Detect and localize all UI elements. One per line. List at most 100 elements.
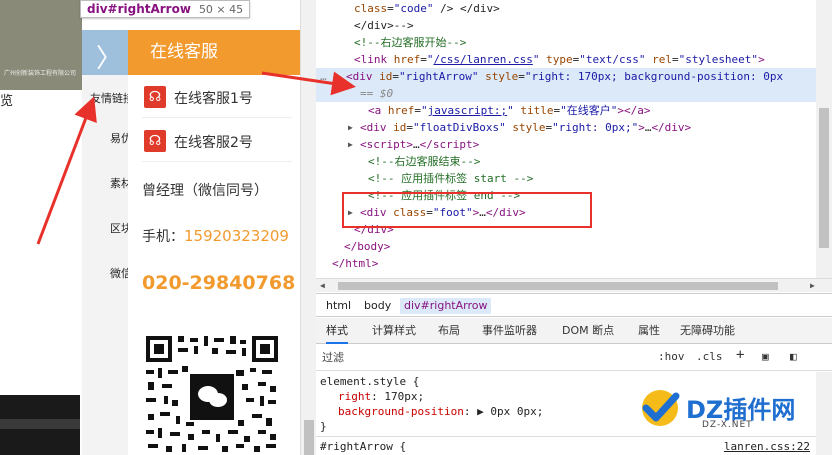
breadcrumb-html[interactable]: html xyxy=(322,298,355,314)
element-style-selector: element.style { xyxy=(320,374,419,389)
dom-node-line[interactable]: ▶ <div class="foot">…</div> xyxy=(316,204,816,221)
dom-node-line[interactable]: … ▼ <div id="rightArrow" style="right: 170… xyxy=(316,68,816,85)
dom-node-line[interactable]: <!-- 应用插件标签 end --> xyxy=(316,187,816,204)
expand-triangle-icon[interactable]: ▶ xyxy=(348,136,353,153)
dom-node-line[interactable]: <!--右边客服结束--> xyxy=(316,153,816,170)
dom-node-line[interactable]: <a href="javascript:;" title="在线客户"></a> xyxy=(316,102,816,119)
scroll-right-icon[interactable]: ▶ xyxy=(810,279,815,293)
page-text-fragment: 览 xyxy=(0,94,14,109)
page-scroll-thumb[interactable] xyxy=(304,420,314,455)
filter-input[interactable] xyxy=(318,347,648,368)
inspect-tooltip: div#rightArrow 50 × 45 xyxy=(80,0,251,18)
rule-source-link[interactable]: lanren.css:22 xyxy=(724,439,810,454)
class-toggle-button[interactable]: .cls xyxy=(696,350,723,363)
styles-tabs: 样式 计算样式 布局 事件监听器 DOM 断点 属性 无障碍功能 xyxy=(316,318,832,344)
dom-node-line[interactable]: </html> xyxy=(316,255,816,272)
dom-node-content: class="code" /> </div> xyxy=(354,2,500,15)
devtools-panel: class="code" /> </div> </div>--> <!--右边客服开… xyxy=(316,0,832,455)
breadcrumb-selected[interactable]: div#rightArrow xyxy=(400,298,492,314)
property-value: ▶ 0px 0px; xyxy=(477,405,544,418)
service-title: 在线客服 xyxy=(128,30,300,75)
dom-node-line[interactable]: class="code" /> </div> xyxy=(316,0,816,17)
tab-event-listeners[interactable]: 事件监听器 xyxy=(482,318,537,344)
dom-node-content: </html> xyxy=(332,257,379,270)
property-name: right xyxy=(338,390,372,403)
expand-triangle-icon[interactable]: ▶ xyxy=(348,119,353,136)
dom-node-content: <!-- 应用插件标签 start --> xyxy=(368,172,534,185)
elements-tree: class="code" /> </div> </div>--> <!--右边客服开… xyxy=(316,0,816,278)
web-page-viewport: 广州创新装饰工程有限公司 览 友情链接： 易优CMS 素材58 区块链是什么 微… xyxy=(0,0,316,455)
dom-node-line[interactable]: ▶ <script>…</script> xyxy=(316,136,816,153)
footer-image xyxy=(0,395,80,455)
page-scrollbar[interactable] xyxy=(300,0,316,455)
elements-scroll-thumb[interactable] xyxy=(819,108,829,248)
dom-node-line[interactable]: </div>--> xyxy=(316,17,816,34)
qr-code-icon xyxy=(142,330,282,455)
mobile-line: 手机：15920323209 xyxy=(142,226,289,246)
sidebar-toggle-icon[interactable]: ◧ xyxy=(790,350,797,363)
elements-scrollbar[interactable] xyxy=(816,0,832,278)
dom-node-content: <a href="javascript:;" title="在线客户"></a> xyxy=(368,104,651,117)
dom-node-content: <!--右边客服结束--> xyxy=(368,155,481,168)
dom-node-line[interactable]: <link href="/css/lanren.css" type="text/… xyxy=(316,51,816,68)
dom-node-content: </div>--> xyxy=(354,19,414,32)
dom-node-line[interactable]: ▶ <div id="floatDivBoxs" style="right: 0p… xyxy=(316,119,816,136)
styles-filter-bar: :hov .cls + ▣ ◧ xyxy=(316,345,832,371)
mobile-number: 15920323209 xyxy=(184,227,289,245)
friend-links-column: 友情链接： 易优CMS 素材58 区块链是什么 微信小程序开发教程 xyxy=(82,70,209,455)
service-item[interactable]: ☊ 在线客服2号 xyxy=(142,122,292,162)
scroll-left-icon[interactable]: ◀ xyxy=(320,279,325,293)
hscroll-thumb[interactable] xyxy=(338,282,778,290)
tab-accessibility[interactable]: 无障碍功能 xyxy=(680,318,735,344)
style-property[interactable]: background-position: ▶ 0px 0px; xyxy=(338,404,543,419)
rule-selector: #rightArrow { xyxy=(320,440,407,453)
dom-node-line[interactable]: </body> xyxy=(316,238,816,255)
dom-node-line[interactable]: <!--右边客服开始--> xyxy=(316,34,816,51)
computed-styles-icon[interactable]: ▣ xyxy=(762,350,769,363)
tab-layout[interactable]: 布局 xyxy=(438,318,460,344)
dom-node-content: <!--右边客服开始--> xyxy=(354,36,467,49)
service-item-label: 在线客服2号 xyxy=(174,135,253,151)
tab-properties[interactable]: 属性 xyxy=(638,318,660,344)
rule-divider xyxy=(316,436,816,437)
dom-node-line[interactable]: <!-- 应用插件标签 start --> xyxy=(316,170,816,187)
style-property[interactable]: right: 170px; xyxy=(338,389,424,404)
dom-node-line[interactable]: </div> xyxy=(316,221,816,238)
right-arrow-toggle[interactable]: 〉 xyxy=(82,30,132,75)
expand-triangle-icon[interactable]: ▶ xyxy=(348,204,353,221)
dom-node-content: <link href="/css/lanren.css" type="text/… xyxy=(354,53,765,66)
dom-node-line[interactable]: == $0 xyxy=(316,85,816,102)
online-service-panel: 在线客服 ☊ 在线客服1号 ☊ 在线客服2号 曾经理（微信同号） 手机：1592… xyxy=(128,30,300,455)
dom-node-content: </div> xyxy=(354,223,394,236)
dom-node-content: == $0 xyxy=(360,87,394,100)
dom-node-content: <!-- 应用插件标签 end --> xyxy=(368,189,521,202)
breadcrumb-body[interactable]: body xyxy=(360,298,395,314)
headset-icon: ☊ xyxy=(144,130,166,152)
tab-dom-breakpoints[interactable]: DOM 断点 xyxy=(562,318,614,344)
service-item[interactable]: ☊ 在线客服1号 xyxy=(142,78,292,118)
hover-state-button[interactable]: :hov xyxy=(658,350,685,363)
element-style-header: element.style { xyxy=(320,375,420,388)
banner-caption: 广州创新装饰工程有限公司 xyxy=(4,70,77,77)
tab-computed[interactable]: 计算样式 xyxy=(372,318,416,344)
telephone-number: 020-29840768 xyxy=(142,272,296,294)
collapse-triangle-icon[interactable]: ▼ xyxy=(334,68,339,85)
dom-node-content: <div class="foot">…</div> xyxy=(360,206,526,219)
tab-styles[interactable]: 样式 xyxy=(326,318,348,344)
node-menu-icon[interactable]: … xyxy=(320,68,327,85)
dom-node-content: <script>…</script> xyxy=(360,138,480,151)
new-rule-button[interactable]: + xyxy=(736,347,744,363)
property-name: background-position xyxy=(338,405,464,418)
property-value: 170px; xyxy=(384,390,425,403)
styles-pane: element.style { right: 170px; background… xyxy=(316,372,816,455)
dom-node-content: </body> xyxy=(344,240,391,253)
service-item-label: 在线客服1号 xyxy=(174,91,253,107)
breadcrumb: html body div#rightArrow xyxy=(316,293,832,317)
dom-node-content: <div id="floatDivBoxs" style="right: 0px… xyxy=(360,121,692,134)
tooltip-selector: div#rightArrow xyxy=(87,2,191,16)
dom-node-content: <div id="rightArrow" style="right: 170px… xyxy=(346,70,784,83)
elements-hscrollbar[interactable]: ◀ ▶ xyxy=(316,278,832,292)
styles-scrollbar[interactable] xyxy=(816,372,832,455)
chevron-right-icon: 〉 xyxy=(96,44,123,74)
manager-name: 曾经理（微信同号） xyxy=(142,183,268,199)
